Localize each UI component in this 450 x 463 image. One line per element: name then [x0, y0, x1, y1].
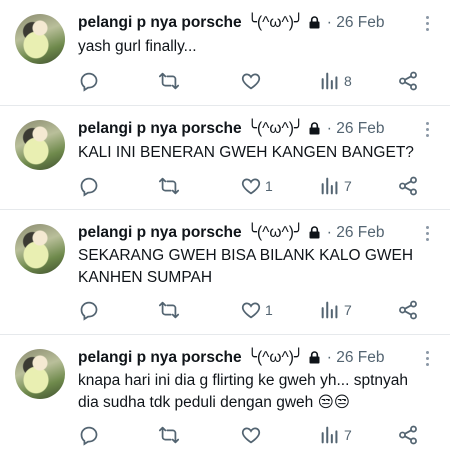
- views-count: 7: [344, 178, 352, 194]
- tweet-actions: 8: [78, 69, 432, 93]
- tweet-header: pelangi p nya porsche ╰(^ω^)╯ · 26 Feb: [78, 348, 440, 370]
- tweet[interactable]: pelangi p nya porsche ╰(^ω^)╯ · 26 Feb SE…: [0, 210, 450, 335]
- tweet-emoji: 😒😒: [317, 394, 350, 411]
- reply-button[interactable]: [78, 174, 100, 198]
- tweet-text: yash gurl finally...: [78, 38, 197, 55]
- reply-button[interactable]: [78, 298, 100, 322]
- share-button[interactable]: [397, 69, 419, 93]
- retweet-button[interactable]: [158, 423, 180, 447]
- tweet-header: pelangi p nya porsche ╰(^ω^)╯ · 26 Feb: [78, 223, 440, 245]
- retweet-button[interactable]: [158, 69, 180, 93]
- tweet-actions: 1 7: [78, 298, 432, 322]
- reply-icon: [78, 424, 100, 446]
- author-name[interactable]: pelangi p nya porsche: [78, 14, 242, 31]
- heart-icon: [240, 424, 262, 446]
- retweet-button[interactable]: [158, 298, 180, 322]
- avatar[interactable]: [15, 120, 65, 170]
- analytics-icon: [319, 424, 341, 446]
- tweet-header: pelangi p nya porsche ╰(^ω^)╯ · 26 Feb: [78, 119, 440, 141]
- tweet-date[interactable]: · 26 Feb: [327, 120, 385, 137]
- avatar[interactable]: [15, 349, 65, 399]
- tweet-date[interactable]: · 26 Feb: [327, 14, 385, 31]
- reply-icon: [78, 70, 100, 92]
- like-count: 1: [265, 302, 273, 318]
- lock-icon: [309, 16, 320, 34]
- views-count: 8: [344, 73, 352, 89]
- lock-icon: [309, 226, 320, 244]
- tweet-text: SEKARANG GWEH BISA BILANK KALO GWEH KANH…: [78, 247, 414, 286]
- share-icon: [397, 70, 419, 92]
- analytics-icon: [319, 175, 341, 197]
- avatar[interactable]: [15, 224, 65, 274]
- author-emoticon: ╰(^ω^)╯: [247, 349, 304, 366]
- like-count: 1: [265, 178, 273, 194]
- author-name[interactable]: pelangi p nya porsche: [78, 120, 242, 137]
- tweet-date[interactable]: · 26 Feb: [327, 224, 385, 241]
- share-button[interactable]: [397, 298, 419, 322]
- tweet-actions: 7: [78, 423, 432, 447]
- like-button[interactable]: 1: [240, 174, 273, 198]
- tweet[interactable]: pelangi p nya porsche ╰(^ω^)╯ · 26 Feb kn…: [0, 335, 450, 463]
- author-emoticon: ╰(^ω^)╯: [247, 224, 304, 241]
- tweet-text: knapa hari ini dia g flirting ke gweh yh…: [78, 370, 426, 414]
- tweet[interactable]: pelangi p nya porsche ╰(^ω^)╯ · 26 Feb KA…: [0, 106, 450, 210]
- like-button[interactable]: [240, 423, 265, 447]
- tweet-text-body: knapa hari ini dia g flirting ke gweh yh…: [78, 372, 408, 411]
- author-emoticon: ╰(^ω^)╯: [247, 14, 304, 31]
- retweet-button[interactable]: [158, 174, 180, 198]
- views-button[interactable]: 7: [319, 298, 352, 322]
- heart-icon: [240, 299, 262, 321]
- like-button[interactable]: 1: [240, 298, 273, 322]
- views-count: 7: [344, 427, 352, 443]
- reply-icon: [78, 299, 100, 321]
- analytics-icon: [319, 299, 341, 321]
- tweet[interactable]: pelangi p nya porsche ╰(^ω^)╯ · 26 Feb ya…: [0, 0, 450, 106]
- author-name[interactable]: pelangi p nya porsche: [78, 349, 242, 366]
- like-button[interactable]: [240, 69, 265, 93]
- retweet-icon: [158, 299, 180, 321]
- tweet-text: KALI INI BENERAN GWEH KANGEN BANGET?: [78, 144, 414, 161]
- more-vertical-icon[interactable]: [426, 16, 430, 34]
- more-vertical-icon[interactable]: [426, 351, 430, 369]
- reply-icon: [78, 175, 100, 197]
- share-icon: [397, 175, 419, 197]
- reply-button[interactable]: [78, 69, 100, 93]
- share-icon: [397, 299, 419, 321]
- share-button[interactable]: [397, 423, 419, 447]
- tweet-date[interactable]: · 26 Feb: [327, 349, 385, 366]
- reply-button[interactable]: [78, 423, 100, 447]
- author-emoticon: ╰(^ω^)╯: [247, 120, 304, 137]
- retweet-icon: [158, 424, 180, 446]
- tweet-actions: 1 7: [78, 174, 432, 198]
- share-icon: [397, 424, 419, 446]
- views-button[interactable]: 7: [319, 174, 352, 198]
- views-button[interactable]: 7: [319, 423, 352, 447]
- share-button[interactable]: [397, 174, 419, 198]
- views-count: 7: [344, 302, 352, 318]
- lock-icon: [309, 122, 320, 140]
- author-name[interactable]: pelangi p nya porsche: [78, 224, 242, 241]
- lock-icon: [309, 351, 320, 369]
- views-button[interactable]: 8: [319, 69, 352, 93]
- analytics-icon: [319, 70, 341, 92]
- tweet-header: pelangi p nya porsche ╰(^ω^)╯ · 26 Feb: [78, 13, 440, 35]
- more-vertical-icon[interactable]: [426, 226, 430, 244]
- heart-icon: [240, 175, 262, 197]
- more-vertical-icon[interactable]: [426, 122, 430, 140]
- avatar[interactable]: [15, 14, 65, 64]
- retweet-icon: [158, 70, 180, 92]
- retweet-icon: [158, 175, 180, 197]
- heart-icon: [240, 70, 262, 92]
